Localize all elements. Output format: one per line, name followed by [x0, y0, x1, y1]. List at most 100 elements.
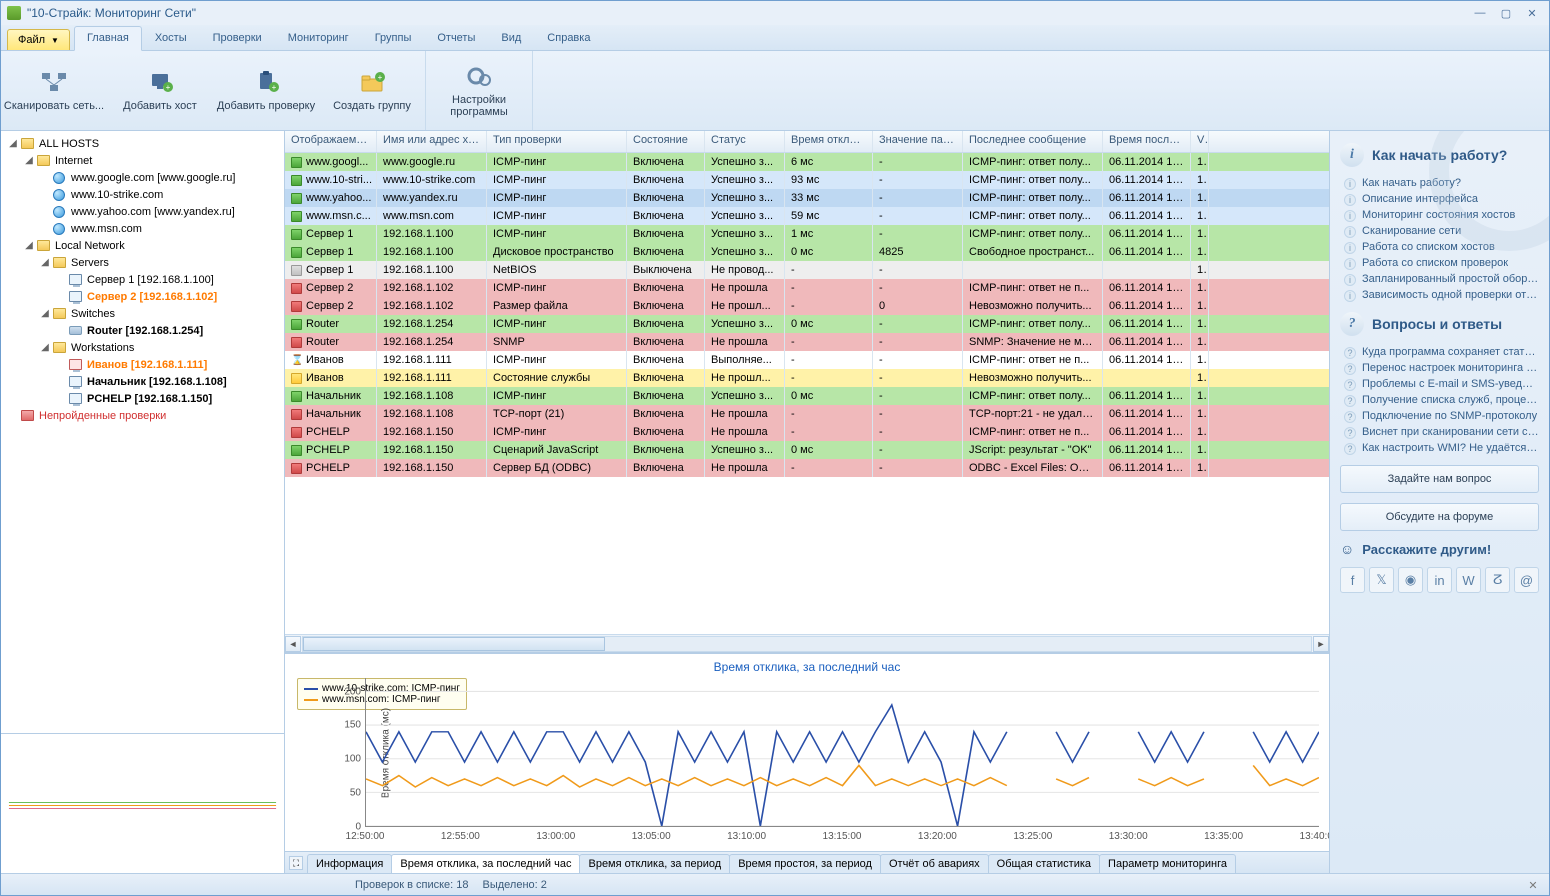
- help-link[interactable]: ?Куда программа сохраняет статисти...: [1344, 346, 1539, 359]
- help-link[interactable]: iМониторинг состояния хостов: [1344, 209, 1539, 222]
- menu-tab-6[interactable]: Вид: [488, 26, 534, 50]
- table-row[interactable]: PCHELP192.168.1.150ICMP-пингВключенаНе п…: [285, 423, 1329, 441]
- column-header-3[interactable]: Состояние: [627, 131, 705, 152]
- chart-tab-3[interactable]: Время простоя, за период: [729, 854, 881, 873]
- column-header-7[interactable]: Последнее сообщение: [963, 131, 1103, 152]
- table-row[interactable]: Сервер 1192.168.1.100ICMP-пингВключенаУс…: [285, 225, 1329, 243]
- table-row[interactable]: PCHELP192.168.1.150Сервер БД (ODBC)Включ…: [285, 459, 1329, 477]
- ribbon-settings-button[interactable]: Настройки программы: [426, 51, 532, 130]
- table-row[interactable]: www.msn.c...www.msn.comICMP-пингВключена…: [285, 207, 1329, 225]
- help-link[interactable]: iРабота со списком проверок: [1344, 257, 1539, 270]
- tree-item[interactable]: Router [192.168.1.254]: [3, 322, 282, 339]
- help-link[interactable]: iСканирование сети: [1344, 225, 1539, 238]
- table-row[interactable]: Начальник192.168.1.108ICMP-пингВключенаУ…: [285, 387, 1329, 405]
- column-header-2[interactable]: Тип проверки: [487, 131, 627, 152]
- statusbar-close-button[interactable]: ✕: [1525, 877, 1541, 893]
- table-row[interactable]: Сервер 1192.168.1.100Дисковое пространст…: [285, 243, 1329, 261]
- facebook-icon[interactable]: f: [1340, 567, 1365, 593]
- menu-tab-2[interactable]: Проверки: [200, 26, 275, 50]
- table-row[interactable]: Router192.168.1.254SNMPВключенаНе прошла…: [285, 333, 1329, 351]
- column-header-9[interactable]: V: [1191, 131, 1209, 152]
- tree-item[interactable]: ◢Workstations: [3, 339, 282, 356]
- tree-twist[interactable]: ◢: [39, 308, 51, 319]
- tree-item[interactable]: ◢Internet: [3, 152, 282, 169]
- mail-icon[interactable]: @: [1514, 567, 1539, 593]
- tree-item[interactable]: Иванов [192.168.1.111]: [3, 356, 282, 373]
- ribbon-group-button[interactable]: +Создать группу: [319, 51, 425, 130]
- ask-question-button[interactable]: Задайте нам вопрос: [1340, 465, 1539, 493]
- help-link[interactable]: ?Получение списка служб, процессов...: [1344, 394, 1539, 407]
- help-link[interactable]: ?Проблемы с E-mail и SMS-уведомлен...: [1344, 378, 1539, 391]
- tree-item[interactable]: PCHELP [192.168.1.150]: [3, 390, 282, 407]
- chart-tab-6[interactable]: Параметр мониторинга: [1099, 854, 1236, 873]
- grid-body[interactable]: www.googl...www.google.ruICMP-пингВключе…: [285, 153, 1329, 634]
- tree-item[interactable]: ◢ALL HOSTS: [3, 135, 282, 152]
- table-row[interactable]: PCHELP192.168.1.150Сценарий JavaScriptВк…: [285, 441, 1329, 459]
- table-row[interactable]: Сервер 1192.168.1.100NetBIOSВыключенаНе …: [285, 261, 1329, 279]
- feed-icon[interactable]: ◉: [1398, 567, 1423, 593]
- tree-item[interactable]: ◢Local Network: [3, 237, 282, 254]
- tree-item[interactable]: www.msn.com: [3, 220, 282, 237]
- help-link[interactable]: ?Виснет при сканировании сети с вк...: [1344, 426, 1539, 439]
- file-menu-button[interactable]: Файл ▼: [7, 29, 70, 50]
- scroll-left-button[interactable]: ◄: [285, 636, 301, 652]
- tree-item[interactable]: Сервер 2 [192.168.1.102]: [3, 288, 282, 305]
- ok-icon[interactable]: ⵒ: [1485, 567, 1510, 593]
- help-link[interactable]: ?Подключение по SNMP-протоколу: [1344, 410, 1539, 423]
- tree-item[interactable]: www.google.com [www.google.ru]: [3, 169, 282, 186]
- discuss-forum-button[interactable]: Обсудите на форуме: [1340, 503, 1539, 531]
- table-row[interactable]: www.10-stri...www.10-strike.comICMP-пинг…: [285, 171, 1329, 189]
- help-link[interactable]: ?Как настроить WMI? Не удаётся нас...: [1344, 442, 1539, 455]
- ribbon-scan-button[interactable]: Сканировать сеть...: [1, 51, 107, 130]
- help-link[interactable]: iЗависимость одной проверки от дру...: [1344, 289, 1539, 302]
- linkedin-icon[interactable]: in: [1427, 567, 1452, 593]
- menu-tab-0[interactable]: Главная: [74, 26, 142, 51]
- maximize-button[interactable]: ▢: [1495, 5, 1517, 21]
- scroll-track[interactable]: [302, 636, 1312, 652]
- tree-twist[interactable]: ◢: [7, 138, 19, 149]
- help-link[interactable]: ?Перенос настроек мониторинга на д...: [1344, 362, 1539, 375]
- scroll-thumb[interactable]: [303, 637, 605, 651]
- tree-twist[interactable]: ◢: [23, 240, 35, 251]
- menu-tab-5[interactable]: Отчеты: [424, 26, 488, 50]
- tree-item[interactable]: www.10-strike.com: [3, 186, 282, 203]
- table-row[interactable]: Начальник192.168.1.108TCP-порт (21)Включ…: [285, 405, 1329, 423]
- chart-tab-2[interactable]: Время отклика, за период: [579, 854, 730, 873]
- tree-twist[interactable]: ◢: [39, 342, 51, 353]
- host-tree[interactable]: ◢ALL HOSTS◢Internetwww.google.com [www.g…: [1, 131, 284, 733]
- help-link[interactable]: iРабота со списком хостов: [1344, 241, 1539, 254]
- minimize-button[interactable]: ―: [1469, 5, 1491, 21]
- expand-chart-button[interactable]: ⛶: [289, 856, 303, 870]
- tree-twist[interactable]: ◢: [23, 155, 35, 166]
- table-row[interactable]: www.yahoo...www.yandex.ruICMP-пингВключе…: [285, 189, 1329, 207]
- column-header-0[interactable]: Отображаемо...: [285, 131, 377, 152]
- table-row[interactable]: Сервер 2192.168.1.102ICMP-пингВключенаНе…: [285, 279, 1329, 297]
- tree-twist[interactable]: ◢: [39, 257, 51, 268]
- help-link[interactable]: iОписание интерфейса: [1344, 193, 1539, 206]
- scroll-right-button[interactable]: ►: [1313, 636, 1329, 652]
- tree-item[interactable]: ◢Servers: [3, 254, 282, 271]
- table-row[interactable]: Иванов192.168.1.111Состояние службыВключ…: [285, 369, 1329, 387]
- tree-item[interactable]: ◢Switches: [3, 305, 282, 322]
- ribbon-addhost-button[interactable]: +Добавить хост: [107, 51, 213, 130]
- chart-tab-5[interactable]: Общая статистика: [988, 854, 1100, 873]
- table-row[interactable]: Сервер 2192.168.1.102Размер файлаВключен…: [285, 297, 1329, 315]
- help-link[interactable]: iЗапланированный простой оборудов...: [1344, 273, 1539, 286]
- tree-item[interactable]: www.yahoo.com [www.yandex.ru]: [3, 203, 282, 220]
- vk-icon[interactable]: W: [1456, 567, 1481, 593]
- table-row[interactable]: www.googl...www.google.ruICMP-пингВключе…: [285, 153, 1329, 171]
- table-row[interactable]: Router192.168.1.254ICMP-пингВключенаУспе…: [285, 315, 1329, 333]
- menu-tab-4[interactable]: Группы: [362, 26, 425, 50]
- column-header-4[interactable]: Статус: [705, 131, 785, 152]
- tree-item[interactable]: Непройденные проверки: [3, 407, 282, 424]
- tree-item[interactable]: Сервер 1 [192.168.1.100]: [3, 271, 282, 288]
- tree-item[interactable]: Начальник [192.168.1.108]: [3, 373, 282, 390]
- twitter-icon[interactable]: 𝕏: [1369, 567, 1394, 593]
- table-row[interactable]: ⌛Иванов192.168.1.111ICMP-пингВключенаВып…: [285, 351, 1329, 369]
- close-button[interactable]: ✕: [1521, 5, 1543, 21]
- menu-tab-1[interactable]: Хосты: [142, 26, 200, 50]
- help-link[interactable]: iКак начать работу?: [1344, 177, 1539, 190]
- column-header-8[interactable]: Время послед...: [1103, 131, 1191, 152]
- horizontal-scrollbar[interactable]: ◄ ►: [285, 634, 1329, 652]
- chart-tab-1[interactable]: Время отклика, за последний час: [391, 854, 580, 873]
